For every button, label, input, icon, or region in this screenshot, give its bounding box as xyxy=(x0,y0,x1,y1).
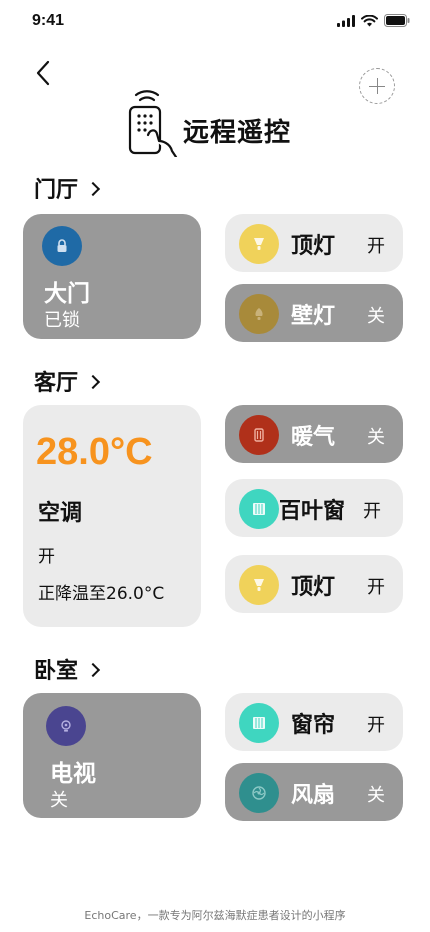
device-state: 关 xyxy=(367,306,385,327)
footer-text: EchoCare，一款专为阿尔兹海默症患者设计的小程序 xyxy=(84,909,346,922)
add-device-button[interactable] xyxy=(359,68,395,104)
status-icons xyxy=(337,14,410,27)
ceiling-light-icon xyxy=(239,565,279,605)
device-name: 百叶窗 xyxy=(279,499,346,524)
room-name: 卧室 xyxy=(34,659,79,684)
page-title: 远程遥控 xyxy=(183,118,292,148)
room-header-entrance[interactable]: 门厅 xyxy=(34,172,101,204)
device-wall-light[interactable]: 壁灯 关 xyxy=(225,284,403,342)
curtain-icon xyxy=(239,703,279,743)
door-name: 大门 xyxy=(44,281,90,307)
chevron-right-icon xyxy=(85,181,101,197)
ac-temperature: 28.0°C xyxy=(36,431,153,473)
device-state: 开 xyxy=(367,715,385,736)
device-heater[interactable]: 暖气 关 xyxy=(225,405,403,463)
blinds-icon xyxy=(239,489,279,529)
chevron-right-icon xyxy=(85,374,101,390)
device-ceiling-light-entrance[interactable]: 顶灯 开 xyxy=(225,214,403,272)
ac-mode: 正降温至26.0°C xyxy=(38,584,165,604)
device-state: 关 xyxy=(367,427,385,448)
device-name: 暖气 xyxy=(291,425,336,450)
device-ceiling-light-living-room[interactable]: 顶灯 开 xyxy=(225,555,403,613)
tv-card[interactable]: 电视 关 xyxy=(23,693,201,818)
lock-icon xyxy=(42,226,82,266)
device-fan[interactable]: 风扇 关 xyxy=(225,763,403,821)
tv-icon xyxy=(46,706,86,746)
wifi-icon xyxy=(361,14,378,26)
chevron-left-icon xyxy=(36,60,50,86)
ac-name: 空调 xyxy=(38,501,83,526)
room-header-bedroom[interactable]: 卧室 xyxy=(34,653,101,685)
heater-icon xyxy=(239,415,279,455)
wall-light-icon xyxy=(239,294,279,334)
device-name: 顶灯 xyxy=(291,575,336,600)
cellular-signal-icon xyxy=(337,14,355,27)
air-conditioner-card[interactable]: 28.0°C 空调 开 正降温至26.0°C xyxy=(23,405,201,627)
device-state: 开 xyxy=(367,236,385,257)
fan-icon xyxy=(239,773,279,813)
door-state: 已锁 xyxy=(44,310,80,331)
tv-state: 关 xyxy=(50,790,68,811)
ceiling-light-icon xyxy=(239,224,279,264)
chevron-right-icon xyxy=(85,662,101,678)
back-button[interactable] xyxy=(30,58,58,88)
device-state: 开 xyxy=(363,501,381,522)
room-header-living-room[interactable]: 客厅 xyxy=(34,365,101,397)
tv-name: 电视 xyxy=(50,761,96,787)
device-curtain[interactable]: 窗帘 开 xyxy=(225,693,403,751)
device-state: 开 xyxy=(367,577,385,598)
status-time: 9:41 xyxy=(32,12,65,29)
room-name: 门厅 xyxy=(34,178,79,203)
device-name: 壁灯 xyxy=(291,304,336,329)
device-name: 顶灯 xyxy=(291,234,336,259)
status-bar: 9:41 xyxy=(0,0,430,44)
device-name: 风扇 xyxy=(291,783,336,808)
device-blinds[interactable]: 百叶窗 开 xyxy=(225,479,403,537)
room-name: 客厅 xyxy=(34,371,79,396)
ac-power-state: 开 xyxy=(38,547,55,567)
door-card[interactable]: 大门 已锁 xyxy=(23,214,201,339)
remote-control-icon xyxy=(128,90,178,157)
battery-icon xyxy=(384,14,410,27)
device-name: 窗帘 xyxy=(291,713,336,738)
device-state: 关 xyxy=(367,785,385,806)
